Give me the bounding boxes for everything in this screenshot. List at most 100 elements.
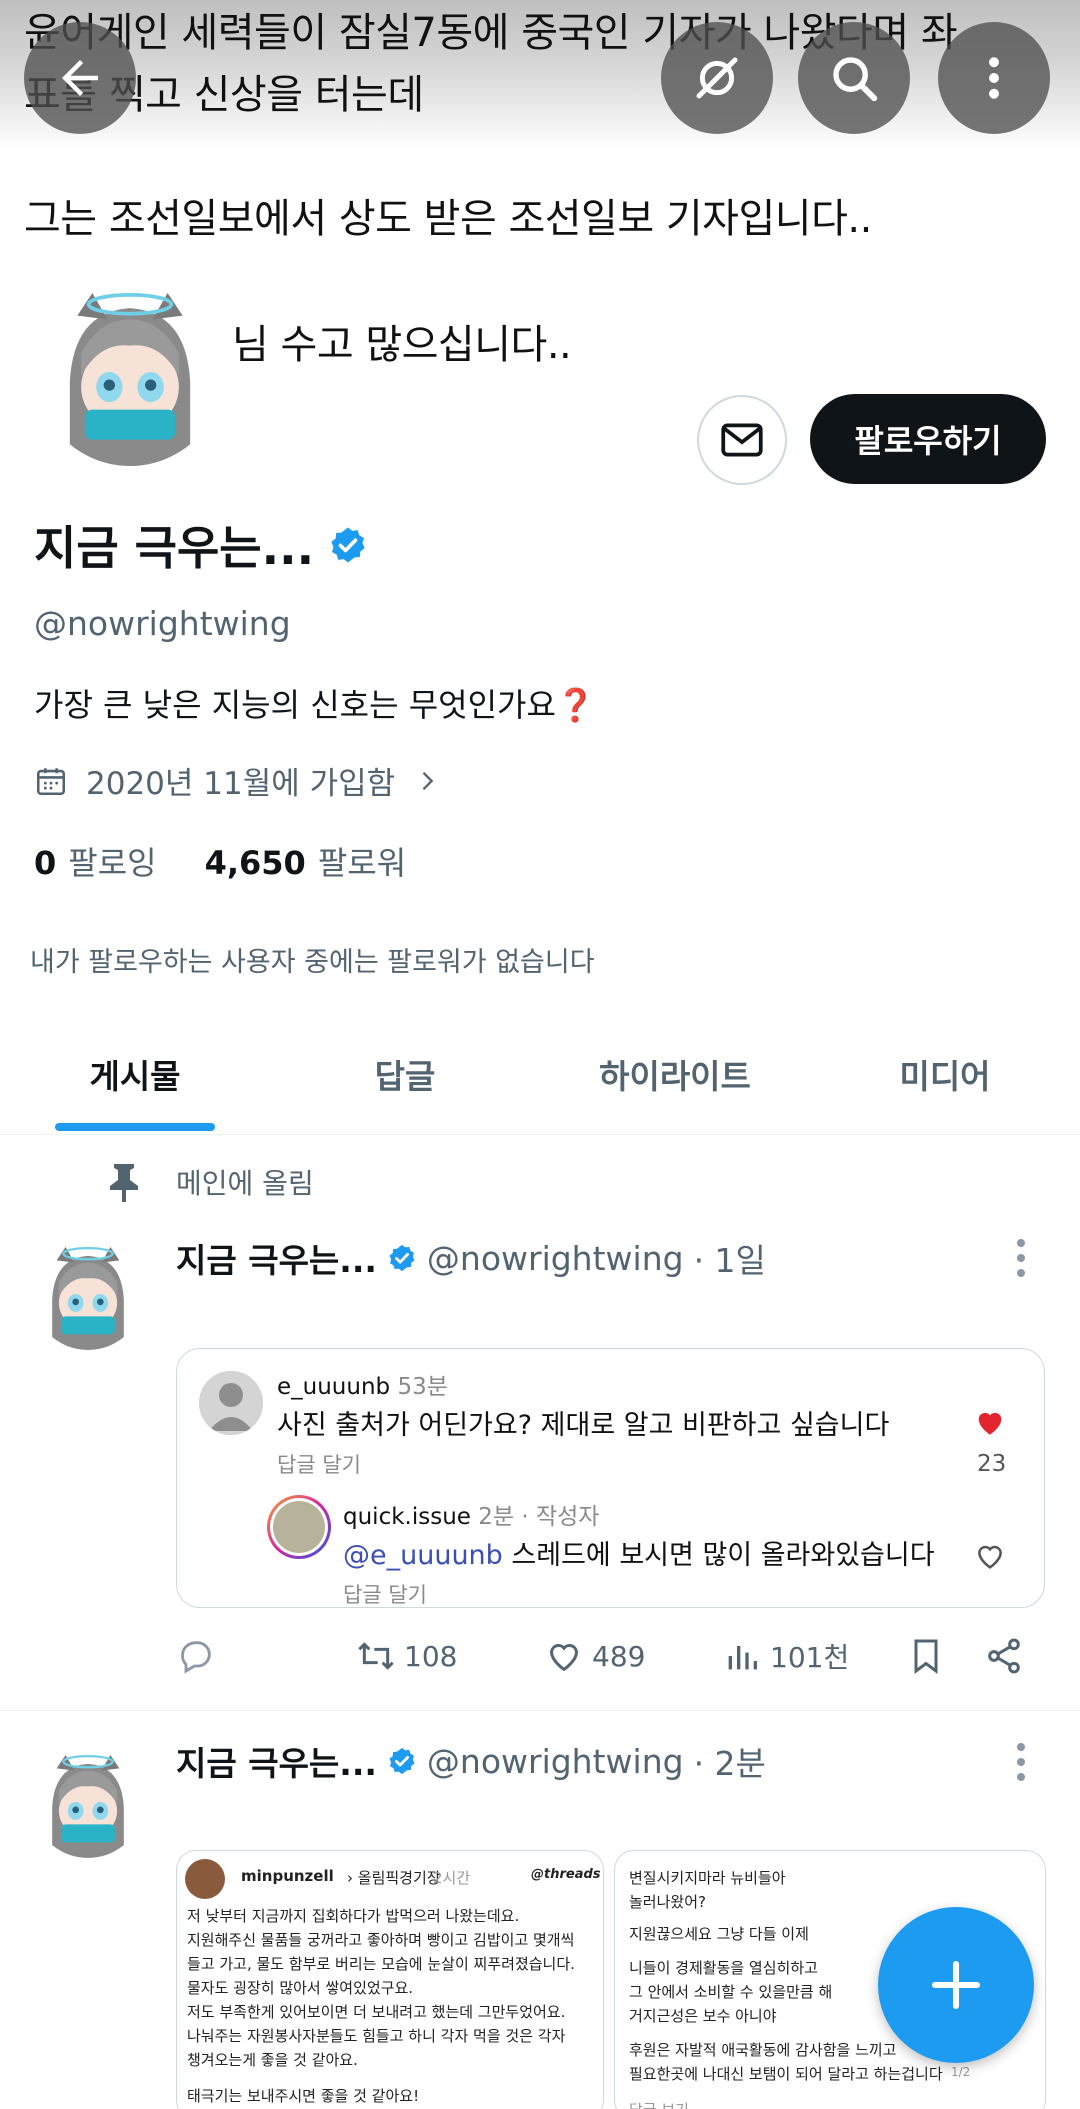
comment-1-reply: 답글 달기 xyxy=(277,1453,361,1477)
image2-line: 후원은 자발적 애국활동에 감사함을 느끼고 xyxy=(629,2041,897,2059)
image2-line: 그 안에서 소비할 수 있을만큼 해 xyxy=(629,1983,833,2001)
image2-line: 필요한곳에 나대신 보탬이 되어 달라고 하는겁니다 xyxy=(629,2065,943,2083)
image2-line: 지원끊으세요 그냥 다들 이제 xyxy=(629,1925,809,1943)
default-user-icon xyxy=(199,1371,263,1435)
following-count: 0 xyxy=(34,844,57,882)
calendar-icon xyxy=(36,767,66,795)
message-button[interactable] xyxy=(697,395,787,485)
views-chart-icon xyxy=(728,1646,757,1670)
repost-button[interactable]: 108 xyxy=(356,1636,457,1676)
follow-stats: 0 팔로잉 4,650 팔로워 xyxy=(34,838,406,884)
comment-2-text: @e_uuuunb 스레드에 보시면 많이 올라와있습니다 xyxy=(343,1540,935,1571)
post-more-icon[interactable] xyxy=(1016,1238,1026,1278)
search-button[interactable] xyxy=(798,22,910,134)
share-button[interactable] xyxy=(984,1636,1024,1676)
views-button[interactable]: 101천 xyxy=(722,1636,849,1676)
image1-line: 지원해주신 물품들 궁꺼라고 좋아하며 빵이고 김밥이고 몇개씩 xyxy=(187,1931,575,1949)
threads-time: 2시간 xyxy=(433,1869,471,1887)
heart-icon xyxy=(549,1644,579,1672)
post-header: 지금 극우는... @nowrightwing · 1일 xyxy=(176,1234,766,1282)
post-avatar[interactable] xyxy=(32,1238,144,1350)
verified-badge-icon xyxy=(389,1747,415,1775)
post-avatar[interactable] xyxy=(32,1746,144,1858)
grok-button[interactable] xyxy=(661,22,773,134)
bio-text: 가장 큰 낮은 지능의 신호는 무엇인가요 xyxy=(34,686,556,724)
view-count: 101천 xyxy=(770,1641,850,1674)
joined-date: 2020년 11월에 가입함 xyxy=(86,766,396,802)
threads-topic: › 올림픽경기장 xyxy=(347,1869,441,1887)
tab-replies[interactable]: 답글 xyxy=(375,1050,436,1098)
profile-handle: @nowrightwing xyxy=(34,604,291,643)
grok-icon xyxy=(696,57,738,99)
profile-avatar[interactable] xyxy=(30,272,230,472)
post-author-handle[interactable]: @nowrightwing xyxy=(427,1742,684,1781)
post-image-1[interactable]: minpunzell › 올림픽경기장 2시간 @threads 저 낮부터 지… xyxy=(176,1850,604,2109)
image-text-line-4: 님 수고 많으십니다.. xyxy=(232,322,572,368)
post-time: · 2분 xyxy=(693,1744,766,1783)
image-text-line-3: 그는 조선일보에서 상도 받은 조선일보 기자입니다.. xyxy=(24,196,872,242)
follow-button[interactable]: 팔로우하기 xyxy=(810,394,1046,484)
comment-1-text: 사진 출처가 어딘가요? 제대로 알고 비판하고 싶습니다 xyxy=(277,1410,890,1441)
bookmark-icon xyxy=(914,1639,938,1674)
author-avatar xyxy=(267,1495,331,1559)
comment-1-user: e_uuuunb 53분 xyxy=(277,1374,448,1400)
bookmark-button[interactable] xyxy=(906,1636,946,1676)
compose-post-button[interactable] xyxy=(878,1907,1034,2063)
avatar-image xyxy=(32,1238,144,1350)
image2-line: 거지근성은 보수 아니야 xyxy=(629,2007,777,2025)
image1-line: 저 낮부터 지금까지 집회하다가 밥먹으러 나왔는데요. xyxy=(187,1907,520,1925)
image1-line: 챙겨오는게 좋을 것 같아요. xyxy=(187,2051,358,2069)
back-button[interactable] xyxy=(24,22,136,134)
followers-link[interactable]: 4,650 팔로워 xyxy=(205,838,407,884)
threads-user-avatar xyxy=(185,1859,225,1899)
comment-2-reply: 답글 달기 xyxy=(343,1583,427,1607)
heart-outline-icon xyxy=(978,1545,1002,1569)
share-icon xyxy=(988,1638,1020,1674)
chevron-right-icon xyxy=(422,771,434,790)
display-name-row: 지금 극우는... xyxy=(34,512,368,578)
image1-line: 저도 부족한게 있어보이면 더 보내려고 했는데 그만두었어요. xyxy=(187,2003,566,2021)
plus-icon xyxy=(931,1960,981,2010)
heart-filled-icon xyxy=(978,1412,1002,1435)
image1-line: 들고 가고, 물도 함부로 버리는 모습에 눈살이 찌푸려졌습니다. xyxy=(187,1955,575,1973)
threads-user: minpunzell xyxy=(241,1867,334,1885)
joined-date-row[interactable]: 2020년 11월에 가입함 xyxy=(34,758,441,803)
post-author-name[interactable]: 지금 극우는... xyxy=(176,1234,377,1282)
following-label: 팔로잉 xyxy=(68,844,157,882)
comment-1-likes: 23 xyxy=(977,1451,1007,1477)
pinned-label: 메인에 올림 xyxy=(176,1167,314,1200)
display-name: 지금 극우는... xyxy=(34,521,315,575)
tab-media[interactable]: 미디어 xyxy=(899,1050,990,1098)
search-icon xyxy=(833,57,878,102)
post-more-icon[interactable] xyxy=(1016,1742,1026,1782)
post-actions: 108 489 101천 xyxy=(176,1636,1046,1684)
tab-highlights[interactable]: 하이라이트 xyxy=(599,1050,751,1098)
tab-posts[interactable]: 게시물 xyxy=(89,1050,180,1098)
image2-footer: 답글 보기 xyxy=(629,2099,689,2109)
repost-icon xyxy=(358,1642,394,1670)
threads-brand: @threads xyxy=(531,1867,601,1882)
profile-banner[interactable]: 윤어게인 세력들이 잠실7동에 중국인 기자가 나왔다며 좌 표를 찍고 신상을… xyxy=(0,0,1080,150)
commenter-avatar xyxy=(199,1371,263,1435)
image2-line: 변질시키지마라 뉴비들아 xyxy=(629,1869,786,1887)
profile-bio: 가장 큰 낮은 지능의 신호는 무엇인가요❓ xyxy=(34,680,596,726)
followers-label: 팔로워 xyxy=(317,844,407,882)
avatar-image xyxy=(32,1746,144,1858)
pin-icon xyxy=(110,1164,138,1202)
comment-2-user: quick.issue 2분 · 작성자 xyxy=(343,1504,600,1530)
post-author-handle[interactable]: @nowrightwing xyxy=(427,1239,684,1278)
repost-count: 108 xyxy=(404,1639,458,1673)
following-link[interactable]: 0 팔로잉 xyxy=(34,838,157,884)
post-image-comments[interactable]: e_uuuunb 53분 사진 출처가 어딘가요? 제대로 알고 비판하고 싶습… xyxy=(176,1348,1045,1608)
image2-line: 놀러나왔어? xyxy=(629,1893,706,1911)
like-button[interactable]: 489 xyxy=(544,1636,645,1676)
profile-tabs: 게시물 답글 하이라이트 미디어 xyxy=(0,1020,1080,1135)
pinned-indicator: 메인에 올림 xyxy=(108,1162,314,1202)
avatar-image xyxy=(36,278,224,466)
post-author-name[interactable]: 지금 극우는... xyxy=(176,1737,377,1785)
more-options-button[interactable] xyxy=(938,22,1050,134)
post-header: 지금 극우는... @nowrightwing · 2분 xyxy=(176,1737,766,1785)
image1-line: 나눠주는 자원봉사자분들도 힘들고 하니 각자 먹을 것은 각자 xyxy=(187,2027,566,2045)
verified-badge-icon[interactable] xyxy=(328,525,368,565)
reply-button[interactable] xyxy=(176,1636,216,1676)
